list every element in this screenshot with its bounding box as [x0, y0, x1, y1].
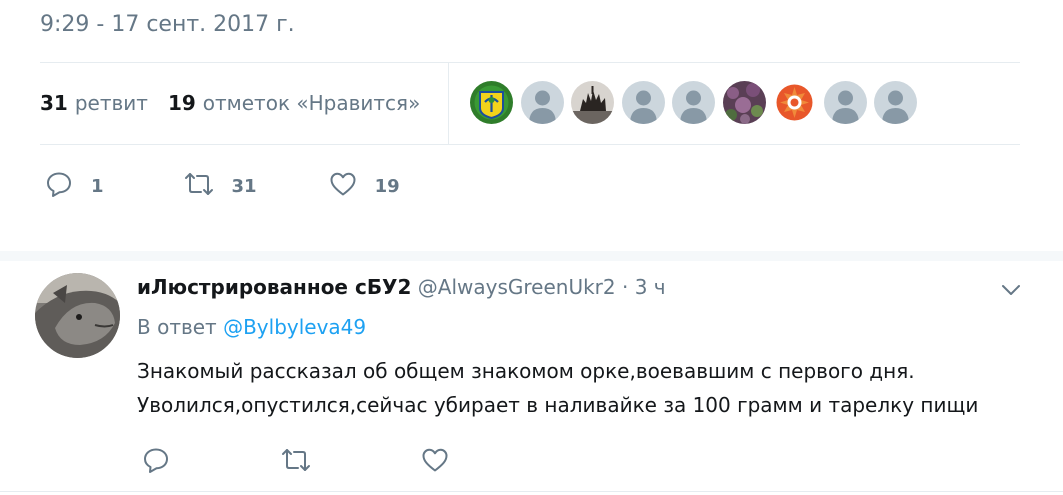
like-count: 19 [374, 175, 400, 197]
avatar-default[interactable] [874, 81, 917, 124]
reply-action[interactable] [142, 446, 170, 478]
divider-top [40, 62, 1020, 63]
retweet-icon[interactable] [281, 446, 311, 478]
reply-text-line: Уволился,опустился,сейчас убирает в нали… [137, 393, 979, 417]
reply-separator: · [615, 275, 635, 299]
likes-count: 19 [167, 91, 196, 115]
chevron-down-icon[interactable] [999, 280, 1023, 300]
like-action[interactable]: 19 [329, 170, 400, 202]
reply-to-handle-link[interactable]: @Bylbyleva49 [223, 315, 366, 339]
reply-author-name[interactable]: иЛюстрированное сБУ2 [137, 275, 411, 299]
timestamp[interactable]: 9:29 - 17 сент. 2017 г. [40, 10, 295, 40]
reply-action[interactable]: 1 [45, 170, 104, 202]
retweets-label: ретвит [74, 91, 148, 115]
reply-time[interactable]: 3 ч [635, 275, 666, 299]
stats-separator [448, 62, 449, 144]
retweet-count: 31 [231, 175, 257, 197]
reply-icon[interactable] [45, 170, 73, 202]
retweet-action[interactable]: 31 [184, 170, 257, 202]
avatar-default[interactable] [672, 81, 715, 124]
divider-stats [40, 144, 1020, 145]
heart-icon[interactable] [329, 170, 357, 202]
reply-to-context: В ответ @Bylbyleva49 [137, 312, 366, 342]
avatar-purple-flowers[interactable] [722, 81, 766, 124]
heart-icon[interactable] [421, 446, 449, 478]
retweet-icon[interactable] [184, 170, 214, 202]
retweets-count: 31 [40, 91, 68, 115]
reply-author-handle[interactable]: @AlwaysGreenUkr2 [418, 275, 616, 299]
divider-bottom [0, 491, 1063, 492]
reply-text-line: Знакомый рассказал об общем знакомом орк… [137, 359, 915, 383]
avatar-orange-emblem[interactable] [773, 81, 816, 124]
likes-stat[interactable]: 19 отметок «Нравится» [168, 91, 420, 115]
reply-actions [142, 447, 449, 477]
retweet-action[interactable] [281, 446, 311, 478]
reply-header: иЛюстрированное сБУ2 @AlwaysGreenUkr2 · … [137, 272, 666, 302]
tweet-stats: 31 ретвит 19 отметок «Нравится» [40, 84, 440, 122]
avatar-green-emblem[interactable] [470, 81, 513, 124]
avatar-default[interactable] [823, 81, 867, 124]
tweet-actions: 1 31 19 [45, 170, 400, 202]
reply-text: Знакомый рассказал об общем знакомом орк… [137, 354, 1037, 422]
avatar-default[interactable] [621, 81, 665, 124]
reply-count: 1 [91, 175, 104, 197]
liked-by-avatars [470, 81, 925, 124]
like-action[interactable] [421, 446, 449, 478]
section-separator [0, 251, 1063, 261]
reply-icon[interactable] [142, 446, 170, 478]
reply-author-avatar[interactable] [35, 273, 120, 358]
avatar-monument[interactable] [571, 81, 614, 124]
likes-label: отметок «Нравится» [202, 91, 421, 115]
reply-to-prefix: В ответ [137, 315, 217, 339]
retweets-stat[interactable]: 31 ретвит [40, 91, 148, 115]
avatar-default[interactable] [520, 81, 564, 124]
